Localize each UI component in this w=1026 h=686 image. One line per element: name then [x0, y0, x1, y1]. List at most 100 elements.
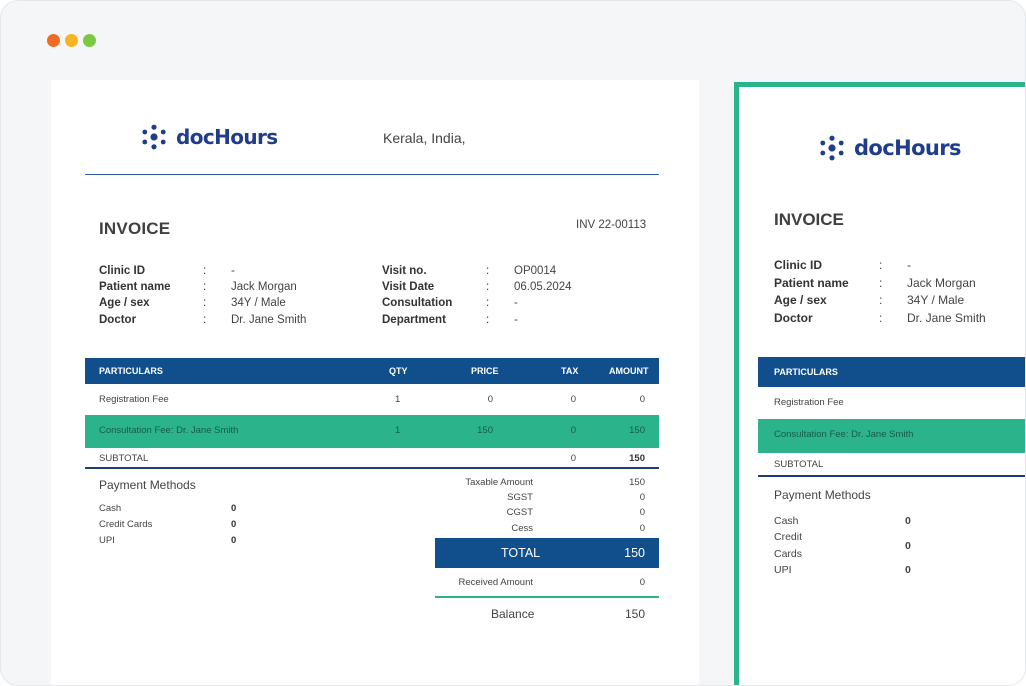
cess-value: 0	[639, 523, 645, 534]
row-amount: 150	[629, 425, 645, 436]
cgst-label: CGST	[506, 507, 533, 518]
col-particulars: PARTICULARS	[99, 366, 163, 376]
payment-upi-value: 0	[905, 564, 911, 576]
col-particulars: PARTICULARS	[774, 367, 838, 377]
row-particulars: Consultation Fee: Dr. Jane Smith	[774, 429, 914, 440]
invoice-title: INVOICE	[99, 219, 171, 238]
brand-name: docHours	[854, 136, 962, 160]
subtotal-divider	[85, 467, 659, 469]
subtotal-amount: 150	[629, 453, 645, 464]
total-box: TOTAL 150	[435, 538, 659, 568]
department-label: Department	[382, 314, 446, 326]
colon: :	[203, 314, 207, 326]
age-sex-value: 34Y / Male	[231, 297, 286, 309]
doctor-value: Dr. Jane Smith	[231, 314, 307, 326]
row-amount: 0	[639, 394, 645, 405]
col-amount: AMOUNT	[609, 366, 649, 376]
payment-methods-title: Payment Methods	[774, 488, 871, 502]
dochours-logo-icon	[142, 124, 166, 150]
invoice-card: docHours Kerala, India, INVOICE INV 22-0…	[51, 80, 699, 685]
col-qty: QTY	[389, 366, 408, 376]
colon: :	[879, 293, 883, 307]
close-dot-icon[interactable]	[47, 34, 60, 47]
total-label: TOTAL	[501, 546, 541, 560]
colon: :	[879, 311, 883, 325]
minimize-dot-icon[interactable]	[65, 34, 78, 47]
maximize-dot-icon[interactable]	[83, 34, 96, 47]
row-tax: 0	[570, 394, 576, 405]
subtotal-label: SUBTOTAL	[99, 453, 149, 464]
brand-name: docHours	[176, 125, 278, 149]
colon: :	[486, 281, 490, 293]
col-price: PRICE	[471, 366, 499, 376]
consultation-label: Consultation	[382, 297, 453, 309]
balance-label: Balance	[491, 607, 535, 621]
visit-no-label: Visit no.	[382, 265, 427, 277]
age-sex-value: 34Y / Male	[907, 293, 965, 307]
visit-date-label: Visit Date	[382, 281, 435, 293]
patient-name-label: Patient name	[99, 281, 171, 293]
logo: docHours	[141, 124, 278, 150]
payment-cash-label: Cash	[99, 503, 122, 514]
payment-cash-value: 0	[905, 515, 911, 527]
department-value: -	[514, 314, 518, 326]
balance-value: 150	[624, 607, 645, 621]
payment-upi-label: UPI	[99, 535, 115, 546]
invoice-number: INV 22-00113	[576, 219, 647, 231]
cgst-value: 0	[639, 507, 645, 518]
received-amount-label: Received Amount	[458, 577, 533, 588]
cess-label: Cess	[511, 523, 533, 534]
payment-cards-label: Cards	[774, 548, 803, 560]
clinic-id-label: Clinic ID	[99, 265, 146, 277]
row-particulars: Registration Fee	[99, 394, 169, 405]
payment-upi-value: 0	[231, 535, 237, 546]
visit-date-value: 06.05.2024	[514, 281, 572, 293]
age-sex-label: Age / sex	[99, 297, 150, 309]
table-row: Registration Fee	[758, 387, 1025, 419]
colon: :	[203, 265, 207, 277]
payment-cash-label: Cash	[774, 515, 799, 527]
payment-cash-value: 0	[231, 503, 237, 514]
invoice-title: INVOICE	[774, 210, 844, 229]
colon: :	[879, 276, 883, 290]
window-controls	[47, 34, 96, 47]
patient-name-value: Jack Morgan	[907, 276, 976, 290]
visit-no-value: OP0014	[514, 265, 557, 277]
payment-card-value: 0	[231, 519, 237, 530]
sgst-value: 0	[639, 492, 645, 503]
patient-name-label: Patient name	[774, 276, 849, 290]
subtotal-divider	[758, 475, 1025, 477]
payment-methods-title: Payment Methods	[99, 478, 196, 492]
colon: :	[486, 265, 490, 277]
subtotal-row: SUBTOTAL	[758, 453, 1025, 475]
table-header: PARTICULARS QTY PRICE TAX AMOUNT	[85, 358, 659, 384]
clinic-id-label: Clinic ID	[774, 258, 823, 272]
payment-credit-label: Credit	[774, 531, 803, 543]
doctor-value: Dr. Jane Smith	[907, 311, 986, 325]
subtotal-label: SUBTOTAL	[774, 459, 824, 470]
invoice-preview-card[interactable]: docHours INVOICE Clinic ID : - Patient n…	[734, 82, 1025, 685]
subtotal-tax: 0	[570, 453, 576, 464]
patient-name-value: Jack Morgan	[231, 281, 297, 293]
colon: :	[486, 314, 490, 326]
taxable-amount-value: 150	[629, 477, 645, 488]
clinic-id-value: -	[231, 265, 235, 277]
header-divider	[85, 174, 659, 175]
taxable-amount-label: Taxable Amount	[465, 477, 533, 488]
table-row-highlighted: Consultation Fee: Dr. Jane Smith	[758, 419, 1025, 453]
doctor-label: Doctor	[99, 314, 137, 326]
clinic-address: Kerala, India,	[383, 130, 466, 146]
table-row: Registration Fee 1 0 0 0	[85, 384, 659, 415]
consultation-value: -	[514, 297, 518, 309]
row-qty: 1	[395, 425, 401, 436]
colon: :	[879, 258, 883, 272]
colon: :	[203, 281, 207, 293]
logo: docHours	[819, 135, 962, 161]
age-sex-label: Age / sex	[774, 293, 827, 307]
balance-divider	[435, 596, 659, 598]
clinic-id-value: -	[907, 258, 911, 272]
colon: :	[486, 297, 490, 309]
row-particulars: Consultation Fee: Dr. Jane Smith	[99, 425, 239, 436]
colon: :	[203, 297, 207, 309]
row-price: 150	[477, 425, 493, 436]
